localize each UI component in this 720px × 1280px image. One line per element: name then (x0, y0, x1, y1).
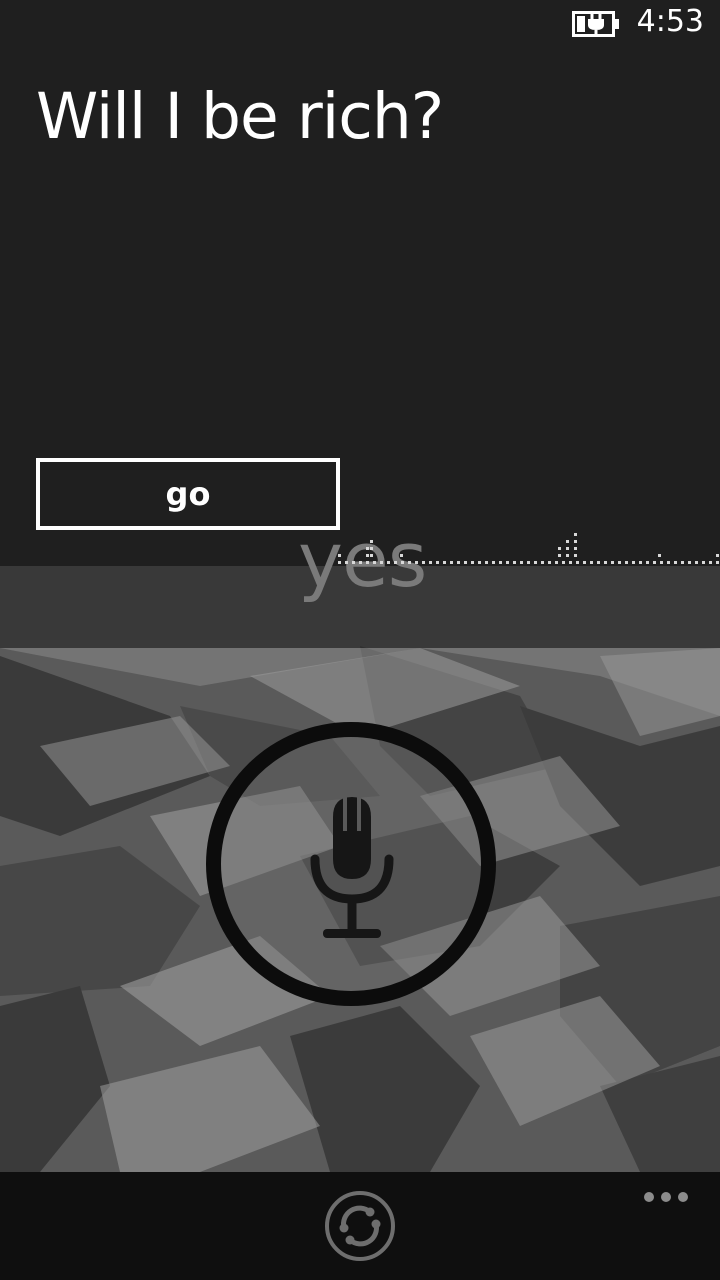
ellipsis-dot (661, 1192, 671, 1202)
audio-waveform (338, 533, 719, 564)
refresh-icon[interactable] (324, 1190, 396, 1262)
battery-charging-icon (572, 11, 619, 37)
question-text: Will I be rich? (36, 80, 444, 153)
go-button[interactable]: go (36, 458, 340, 530)
microphone-icon (310, 797, 394, 938)
top-panel: 4:53 Will I be rich? go (0, 0, 720, 566)
clock: 4:53 (636, 4, 704, 39)
app-bar (0, 1172, 720, 1280)
ellipsis-icon[interactable] (636, 1176, 696, 1212)
ellipsis-dot (644, 1192, 654, 1202)
microphone-button[interactable] (206, 722, 496, 1006)
status-bar: 4:53 (0, 0, 720, 48)
ellipsis-dot (678, 1192, 688, 1202)
